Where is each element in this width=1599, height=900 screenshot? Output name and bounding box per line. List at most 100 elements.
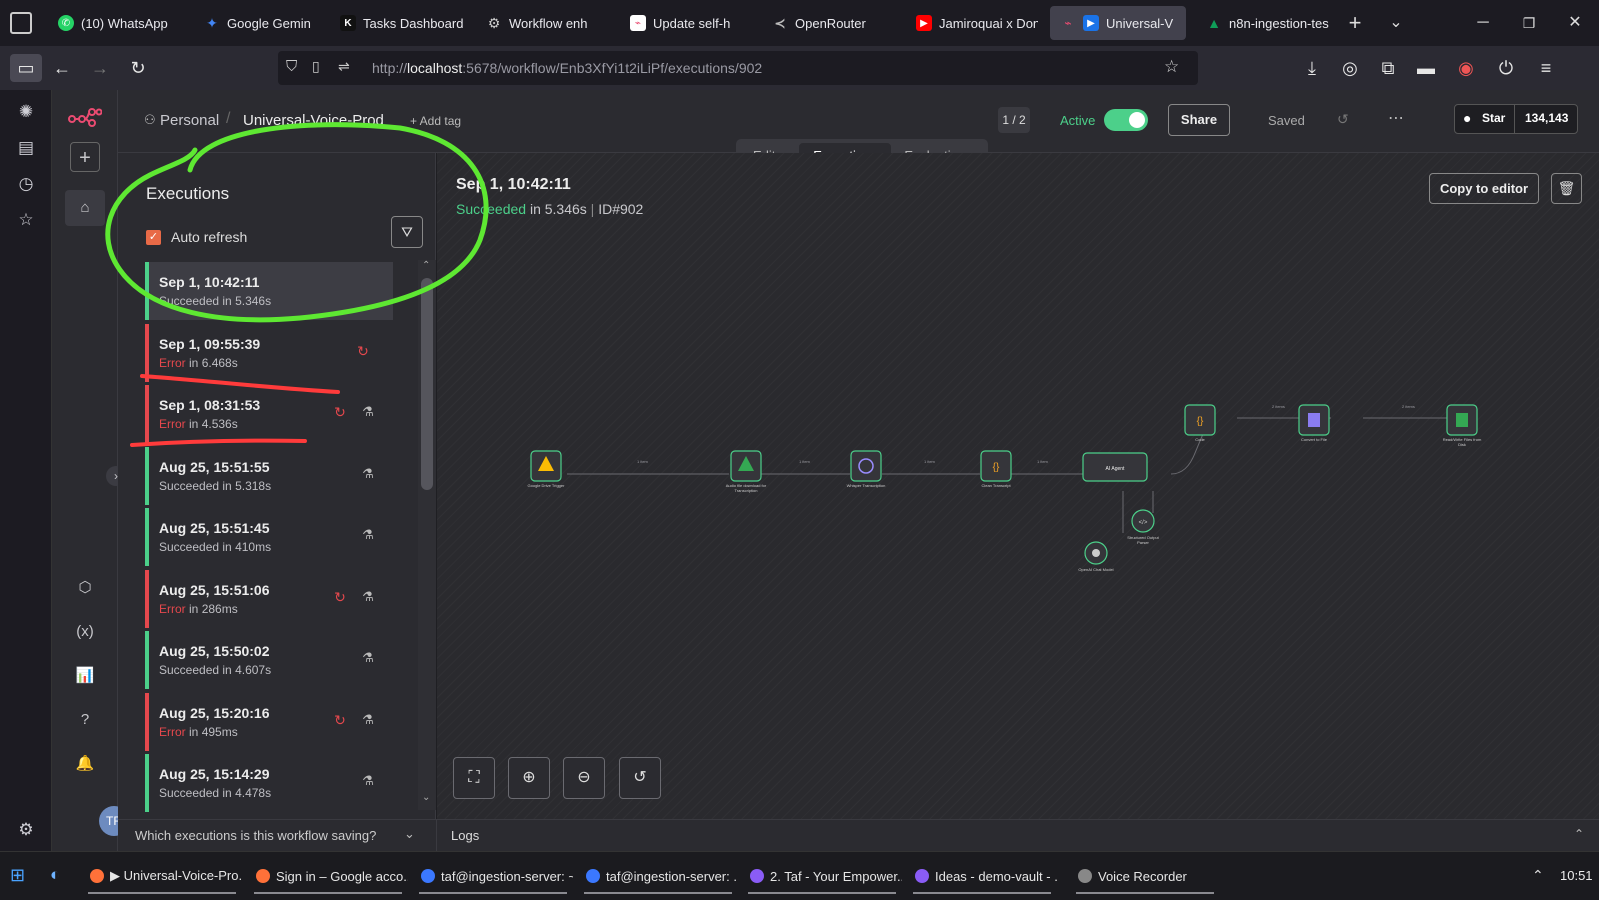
tab-list-icon[interactable] [10,12,32,34]
chevron-up-icon[interactable]: ⌃ [1574,827,1584,841]
taskbar-item[interactable]: taf@ingestion-server: ~ [413,858,573,894]
retry-icon[interactable]: ↻ [355,343,371,359]
active-toggle[interactable] [1104,109,1148,131]
tab-whatsapp[interactable]: ✆ (10) WhatsApp [48,6,188,40]
execution-row[interactable]: Aug 25, 15:20:16 Error in 495ms ↻ ⚗ [145,692,393,751]
auto-refresh-checkbox[interactable]: ✓ [146,230,161,245]
execution-row[interactable]: Sep 1, 09:55:39 Error in 6.468s ↻ [145,323,393,382]
tab-openrouter[interactable]: ≺ OpenRouter [762,6,892,40]
forward-icon[interactable]: → [86,54,114,82]
scroll-down-icon[interactable]: ⌄ [422,792,430,803]
workflow-name[interactable]: Universal-Voice-Prod [243,112,384,129]
chevron-up-icon[interactable]: ⌃ [1532,867,1544,884]
tab-tasks-dashboard[interactable]: K Tasks Dashboard [330,6,465,40]
storage-icon[interactable]: ▤ [14,136,38,160]
test-flask-icon[interactable]: ⚗ [360,650,376,666]
bookmarks-icon[interactable]: ☆ [14,208,38,232]
list-scrollbar[interactable]: ⌃ ⌄ [418,260,436,810]
taskbar-item[interactable]: 2. Taf - Your Empower... [742,858,902,894]
auto-refresh-label[interactable]: Auto refresh [171,229,247,245]
taskbar-item[interactable]: taf@ingestion-server: ... [578,858,738,894]
test-flask-icon[interactable]: ⚗ [360,712,376,728]
fit-view-icon: ⛶ [468,769,480,786]
home-icon[interactable]: ⌂ [65,190,105,226]
retry-icon[interactable]: ↻ [332,589,348,605]
insights-chart-icon[interactable]: 📊 [70,661,100,691]
chevron-down-icon[interactable]: ⌄ [1383,10,1409,36]
tab-workflow-enh[interactable]: ⚙ Workflow enh [476,6,608,40]
notifications-bell-icon[interactable]: 🔔 [70,749,100,779]
saving-question-link[interactable]: Which executions is this workflow saving… [135,828,376,843]
taskbar-item[interactable]: Ideas - demo-vault - ... [907,858,1057,894]
templates-icon[interactable]: ⬡ [70,573,100,603]
retry-icon[interactable]: ↻ [332,404,348,420]
test-flask-icon[interactable]: ⚗ [360,589,376,605]
taskbar-item[interactable]: Voice Recorder [1070,858,1220,894]
bookmark-star-icon[interactable]: ☆ [1164,57,1179,77]
workflow-canvas[interactable]: Sep 1, 10:42:11 Succeeded in 5.346s | ID… [437,153,1599,819]
execution-row[interactable]: Sep 1, 08:31:53 Error in 4.536s ↻ ⚗ [145,385,393,443]
n8n-logo-icon[interactable] [68,106,103,128]
filter-button[interactable]: ⛛ [391,216,423,248]
taskbar-item[interactable]: ▶ Universal-Voice-Pro... [82,858,242,894]
execution-row[interactable]: Aug 25, 15:51:55 Succeeded in 5.318s ⚗ [145,446,393,505]
new-tab-icon[interactable]: + [1342,10,1368,36]
restore-icon[interactable]: ❐ [1516,10,1542,36]
reset-zoom-button[interactable]: ↺ [619,757,661,799]
share-button[interactable]: Share [1168,104,1230,136]
chatgpt-icon[interactable]: ✺ [14,100,38,124]
add-tag-link[interactable]: + Add tag [410,114,461,128]
sidebar-toggle-icon[interactable]: ▭ [10,54,42,82]
menu-icon[interactable]: ≡ [1532,54,1560,82]
fit-view-button[interactable]: ⛶ [453,757,495,799]
history-icon[interactable]: ◷ [14,172,38,196]
logs-label[interactable]: Logs [451,828,479,843]
zoom-in-button[interactable]: ⊕ [508,757,550,799]
page-icon[interactable]: ▯ [312,58,320,75]
reload-icon[interactable]: ↻ [124,54,152,82]
retry-icon[interactable]: ↻ [332,712,348,728]
project-breadcrumb[interactable]: Personal [160,112,219,129]
extension-colorful-icon[interactable]: ◉ [1452,54,1480,82]
history-icon[interactable]: ↺ [1337,111,1349,128]
execution-row[interactable]: Aug 25, 15:51:45 Succeeded in 410ms ⚗ [145,508,393,566]
close-window-icon[interactable]: ✕ [1562,10,1588,36]
help-icon[interactable]: ? [70,705,100,735]
variables-icon[interactable]: (x) [70,617,100,647]
tab-youtube-jamiroquai[interactable]: ▶ Jamiroquai x Don [906,6,1038,40]
url-bar[interactable]: ⛉ ▯ ⇌ http://localhost:5678/workflow/Enb… [278,51,1198,85]
extensions-icon[interactable]: ⧉ [1374,54,1402,82]
tab-update-self-h[interactable]: ⌁ Update self-h [620,6,750,40]
test-flask-icon[interactable]: ⚗ [360,466,376,482]
zoom-out-button[interactable]: ⊖ [563,757,605,799]
reader-icon[interactable]: ▬ [1412,54,1440,82]
url-text[interactable]: http://localhost:5678/workflow/Enb3XfYi1… [372,60,762,76]
copilot-icon[interactable]: ◐ [50,865,60,885]
windows-start-icon[interactable]: ⊞ [10,865,25,886]
execution-row[interactable]: Aug 25, 15:14:29 Succeeded in 4.478s ⚗ [145,754,393,812]
add-icon[interactable]: + [70,142,100,172]
scroll-up-icon[interactable]: ⌃ [422,260,430,271]
power-icon[interactable]: ⏻ [1492,54,1520,82]
permissions-icon[interactable]: ⇌ [338,58,350,75]
scrollbar-thumb[interactable] [421,278,433,490]
tab-universal-voice[interactable]: ⌁ ▶ Universal-V ✕ [1050,6,1186,40]
tab-n8n-ingestion[interactable]: ▲ n8n-ingestion-tes [1196,6,1336,40]
chevron-down-icon[interactable]: ⌄ [404,826,415,842]
test-flask-icon[interactable]: ⚗ [360,404,376,420]
execution-row[interactable]: Sep 1, 10:42:11 Succeeded in 5.346s [145,262,393,320]
execution-row[interactable]: Aug 25, 15:51:06 Error in 286ms ↻ ⚗ [145,569,393,628]
shield-icon[interactable]: ⛉ [286,58,297,75]
test-flask-icon[interactable]: ⚗ [360,773,376,789]
back-icon[interactable]: ← [48,54,76,82]
more-options-icon[interactable]: ⋯ [1388,108,1404,128]
download-icon[interactable]: ⤓ [1298,54,1326,82]
test-flask-icon[interactable]: ⚗ [360,527,376,543]
minimize-icon[interactable]: ─ [1470,10,1496,36]
execution-row[interactable]: Aug 25, 15:50:02 Succeeded in 4.607s ⚗ [145,631,393,689]
github-star-button[interactable]: ● Star 134,143 [1454,104,1578,134]
taskbar-item[interactable]: Sign in – Google acco... [248,858,408,894]
account-icon[interactable]: ◎ [1336,54,1364,82]
tab-gemini[interactable]: ✦ Google Gemin [194,6,324,40]
settings-gear-icon[interactable]: ⚙ [14,818,38,842]
